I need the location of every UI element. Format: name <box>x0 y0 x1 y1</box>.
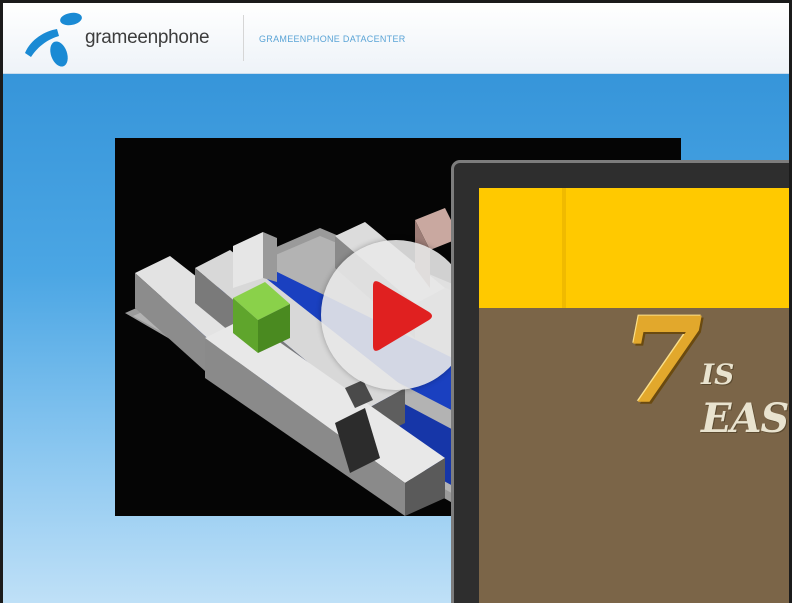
popup-word-small: IS <box>701 358 735 391</box>
grameenphone-logo-icon[interactable] <box>21 9 85 69</box>
brand-name[interactable]: grameenphone <box>85 27 210 49</box>
play-icon <box>373 281 432 351</box>
popup-number: 7 <box>621 291 704 430</box>
popup-word-large: EAS <box>701 395 789 442</box>
site-subtitle: GRAMEENPHONE DATACENTER <box>259 34 406 44</box>
header-divider <box>243 15 244 61</box>
overlay-popup[interactable]: 7 IS EAS <box>451 160 789 603</box>
popup-top-band <box>479 188 789 308</box>
app-window: grameenphone GRAMEENPHONE DATACENTER 7 I… <box>3 3 789 603</box>
popup-band-seam <box>562 188 566 308</box>
play-button[interactable] <box>321 240 471 390</box>
site-header: grameenphone GRAMEENPHONE DATACENTER <box>3 3 789 74</box>
popup-content: 7 IS EAS <box>479 188 789 603</box>
